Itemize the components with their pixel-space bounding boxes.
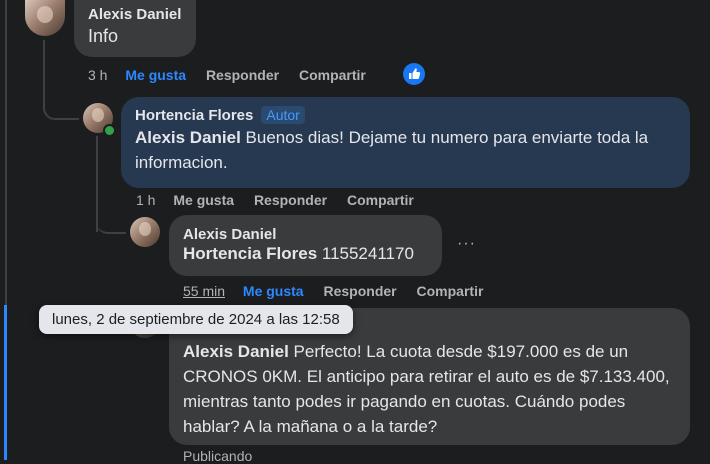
author-badge: Autor — [261, 106, 305, 124]
share-button[interactable]: Compartir — [417, 283, 484, 299]
comment-text: Info — [88, 26, 119, 46]
online-status-icon — [103, 124, 116, 137]
share-button[interactable]: Compartir — [347, 192, 414, 208]
comment-actions: 3 h Me gusta Responder Compartir — [88, 67, 382, 83]
avatar[interactable] — [130, 217, 160, 247]
avatar[interactable] — [25, 0, 65, 36]
comment-text: Alexis Daniel Perfecto! La cuota desde $… — [183, 339, 676, 439]
comment-time[interactable]: 55 min — [183, 283, 225, 299]
comment-bubble: Hortencia Flores Autor Alexis Daniel Buen… — [121, 97, 690, 188]
reply-button[interactable]: Responder — [254, 192, 327, 208]
mention-link[interactable]: Hortencia Flores — [183, 244, 317, 263]
mention-link[interactable]: Alexis Daniel — [183, 342, 289, 361]
comment-text: Hortencia Flores 1155241170 — [183, 241, 428, 266]
thumbs-up-icon[interactable] — [403, 63, 425, 85]
like-button[interactable]: Me gusta — [243, 283, 304, 299]
comment-time[interactable]: 1 h — [136, 192, 155, 208]
comment-actions: 1 h Me gusta Responder Compartir — [136, 192, 430, 208]
comment-text: Alexis Daniel Buenos dias! Dejame tu num… — [135, 125, 676, 175]
share-button[interactable]: Compartir — [299, 67, 366, 83]
comment-time[interactable]: 3 h — [88, 67, 107, 83]
like-button[interactable]: Me gusta — [173, 192, 234, 208]
timestamp-tooltip: lunes, 2 de septiembre de 2024 a las 12:… — [39, 305, 353, 334]
thread-connector — [43, 40, 79, 120]
reply-button[interactable]: Responder — [206, 67, 279, 83]
like-button[interactable]: Me gusta — [125, 67, 186, 83]
comment-actions: 55 min Me gusta Responder Compartir — [183, 283, 499, 299]
more-options-icon[interactable]: ··· — [457, 235, 476, 253]
comment-author[interactable]: Alexis Daniel — [88, 6, 182, 23]
mention-link[interactable]: Alexis Daniel — [135, 128, 241, 147]
thread-connector — [96, 210, 126, 234]
comment-author-row: Hortencia Flores Autor — [135, 106, 676, 124]
comment-bubble: Alexis Daniel Info — [74, 0, 196, 57]
reply-button[interactable]: Responder — [324, 283, 397, 299]
comment-author[interactable]: Hortencia Flores — [135, 107, 253, 124]
selection-indicator — [4, 305, 7, 460]
comment-bubble: Alexis Daniel Hortencia Flores 115524117… — [169, 215, 442, 276]
posting-status: Publicando — [183, 448, 253, 464]
comment-body: 1155241170 — [317, 244, 414, 263]
